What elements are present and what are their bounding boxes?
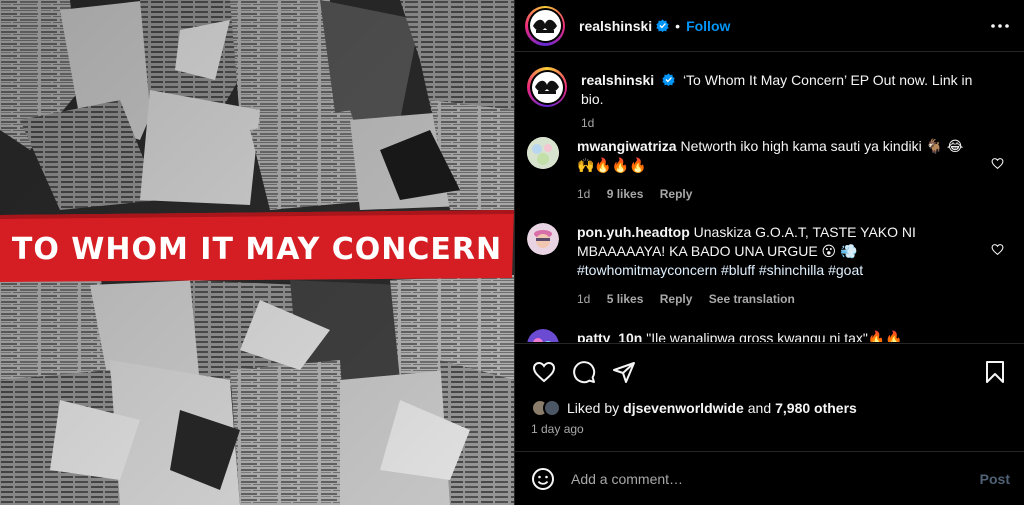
- comment-bubble-icon: [573, 360, 596, 383]
- caption-username[interactable]: realshinski: [581, 72, 654, 88]
- post-image[interactable]: TO WHOM IT MAY CONCERN: [0, 0, 514, 505]
- reply-button[interactable]: Reply: [660, 292, 693, 306]
- verified-badge-icon: [662, 73, 675, 86]
- bookmark-icon: [986, 360, 1004, 383]
- liked-by-user[interactable]: djsevenworldwide: [623, 400, 744, 416]
- post-time-ago[interactable]: 1 day ago: [531, 422, 584, 436]
- post-actions-bar: [515, 343, 1024, 399]
- comment-username[interactable]: pon.yuh.headtop: [577, 224, 690, 240]
- caption-time: 1d: [581, 116, 595, 130]
- caption: realshinski ‘To Whom It May Concern’ EP …: [527, 67, 1012, 137]
- comment-button[interactable]: [571, 359, 597, 385]
- comment-text: "Ile wanalipwa gross kwangu ni tax"🔥🔥: [646, 330, 903, 342]
- comment-input[interactable]: [571, 470, 980, 487]
- heart-icon: [532, 361, 556, 382]
- paper-plane-icon: [613, 361, 635, 383]
- see-translation-button[interactable]: See translation: [709, 292, 795, 306]
- like-comment-heart-icon[interactable]: [991, 157, 1004, 170]
- comment-hashtags[interactable]: #towhomitmayconcern #bluff #shinchilla #…: [577, 262, 863, 278]
- share-button[interactable]: [611, 359, 637, 385]
- caption-avatar[interactable]: [527, 67, 567, 107]
- comment-item: pon.yuh.headtop Unaskiza G.O.A.T, TASTE …: [527, 223, 1012, 329]
- comment-likes[interactable]: 5 likes: [607, 292, 644, 306]
- shinski-logo-icon: [535, 80, 559, 94]
- comment-time: 1d: [577, 187, 591, 201]
- verified-badge-icon: [656, 19, 669, 32]
- post-comment-button[interactable]: Post: [980, 471, 1010, 487]
- comment-item: mwangiwatriza Networth iko high kama sau…: [527, 137, 1012, 223]
- liked-by-and: and: [747, 400, 772, 416]
- ellipsis-icon: [991, 23, 1009, 28]
- liker-avatar: [543, 399, 561, 417]
- comment-username[interactable]: mwangiwatriza: [577, 138, 677, 154]
- reply-button[interactable]: Reply: [660, 187, 693, 201]
- like-button[interactable]: [531, 359, 557, 385]
- comment-username[interactable]: patty_10n: [577, 330, 642, 342]
- author-avatar[interactable]: [525, 5, 565, 46]
- follow-button[interactable]: Follow: [686, 18, 730, 34]
- newspaper-collage: TO WHOM IT MAY CONCERN: [0, 0, 514, 505]
- liked-by-others[interactable]: 7,980 others: [775, 400, 857, 416]
- post-header: realshinski • Follow: [515, 0, 1024, 52]
- separator-dot: •: [675, 17, 681, 34]
- comment-item: patty_10n "Ile wanalipwa gross kwangu ni…: [527, 329, 1012, 342]
- emoji-icon[interactable]: [531, 467, 555, 491]
- shinski-logo-icon: [533, 19, 557, 33]
- like-comment-heart-icon[interactable]: [991, 243, 1004, 256]
- comment-time: 1d: [577, 292, 591, 306]
- more-options-button[interactable]: [988, 14, 1012, 38]
- comment-likes[interactable]: 9 likes: [607, 187, 644, 201]
- author-username[interactable]: realshinski: [579, 18, 652, 34]
- comment-text-line2: 🙌🔥🔥🔥: [577, 157, 647, 173]
- commenter-avatar[interactable]: [527, 137, 559, 169]
- post-details-panel: realshinski • Follow realshinski ‘To Who…: [514, 0, 1024, 505]
- save-button[interactable]: [982, 359, 1008, 385]
- banner-title: TO WHOM IT MAY CONCERN: [12, 232, 502, 267]
- comments-list[interactable]: realshinski ‘To Whom It May Concern’ EP …: [515, 53, 1024, 342]
- comment-composer: Post: [515, 451, 1024, 505]
- comment-text: Networth iko high kama sauti ya kindiki …: [680, 138, 964, 154]
- commenter-avatar[interactable]: [527, 223, 559, 255]
- likes-summary: Liked by djsevenworldwide and 7,980 othe…: [531, 399, 857, 417]
- liked-by-prefix: Liked by: [567, 400, 620, 416]
- commenter-avatar[interactable]: [527, 329, 559, 342]
